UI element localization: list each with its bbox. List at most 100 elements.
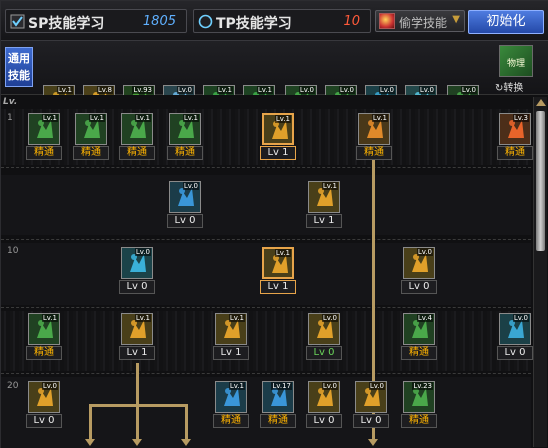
tree-skill-slot[interactable]: Lv.0 Lv 0 [306, 381, 342, 431]
steal-skill-label: 偷学技能 [399, 16, 448, 30]
tree-skill-slot[interactable]: Lv.1 Lv 1 [260, 247, 296, 297]
sp-skill-learn-tab[interactable]: SP技能学习 1805 [5, 9, 187, 33]
skill-level-tag: Lv.17 [271, 382, 292, 390]
skill-level-tag: Lv.3 [512, 114, 529, 122]
top-bar: SP技能学习 1805 TP技能学习 10 偷学技能 ▼ 初始化 [1, 1, 548, 41]
skill-level-tag: Lv.1 [216, 86, 233, 94]
skill-level-badge: 精通 [167, 146, 203, 160]
whip-icon: Lv.0 [308, 313, 340, 345]
tree-skill-slot[interactable]: Lv.1 Lv 1 [306, 181, 342, 231]
retreat-icon: Lv.1 [75, 113, 107, 145]
impact-icon: Lv.1 [121, 313, 153, 345]
skill-level-tag: Lv.0 [368, 382, 385, 390]
skill-level-badge: Lv 0 [306, 346, 342, 360]
tree-skill-slot[interactable]: Lv.4 精通 [401, 313, 437, 363]
fighter-icon: Lv.1 [28, 313, 60, 345]
skill-level-tag: Lv.1 [41, 114, 58, 122]
check-icon [10, 14, 25, 29]
wing-blue-icon: Lv.0 [169, 181, 201, 213]
tree-scrollbar[interactable] [533, 97, 547, 447]
skill-level-tag: Lv.1 [182, 114, 199, 122]
skill-level-badge: Lv 0 [497, 346, 533, 360]
halo-icon: Lv.0 [28, 381, 60, 413]
tree-skill-slot[interactable]: Lv.1 精通 [119, 113, 155, 163]
skill-level-tag: Lv.0 [321, 382, 338, 390]
dash-icon: Lv.1 [262, 113, 294, 145]
tree-skill-slot[interactable]: Lv.23 精通 [401, 381, 437, 431]
tree-separator [1, 373, 531, 374]
skill-window: SP技能学习 1805 TP技能学习 10 偷学技能 ▼ 初始化 通用 技能 L… [0, 0, 548, 448]
skill-level-badge: Lv 0 [306, 414, 342, 428]
stance-icon: Lv.1 [169, 113, 201, 145]
row-level-label: 20 [7, 381, 19, 391]
skill-level-tag: Lv.1 [228, 314, 245, 322]
skill-level-tag: Lv.0 [416, 248, 433, 256]
skill-level-tag: Lv.0 [418, 86, 435, 94]
skill-level-badge: Lv 1 [260, 280, 296, 294]
retreat-icon: Lv.1 [28, 113, 60, 145]
chevron-down-icon: ▼ [452, 14, 460, 25]
ring-blast-icon: Lv.1 [262, 247, 294, 279]
skill-level-tag: Lv.1 [256, 86, 273, 94]
skill-level-tag: Lv.1 [321, 182, 338, 190]
tree-skill-slot[interactable]: Lv.1 精通 [167, 113, 203, 163]
skill-level-badge: 精通 [260, 414, 296, 428]
level-header: Lv. [3, 97, 18, 107]
physical-convert-button[interactable]: 物理 ↻转换 [489, 45, 545, 94]
skill-level-badge: Lv 1 [213, 346, 249, 360]
tree-skill-slot[interactable]: Lv.0 Lv 0 [401, 247, 437, 297]
scroll-thumb[interactable] [536, 111, 545, 251]
scroll-up-icon[interactable] [536, 99, 546, 106]
tree-skill-slot[interactable]: Lv.0 Lv 0 [167, 181, 203, 231]
steal-skill-dropdown[interactable]: 偷学技能 ▼ [375, 10, 465, 32]
common-skills-bar: 通用 技能 Lv.1 精通 Lv.8 精通 Lv.93 精通 [1, 41, 548, 132]
tree-skill-slot[interactable]: Lv.1 Lv 1 [213, 313, 249, 363]
tree-skill-slot[interactable]: Lv.0 Lv 0 [353, 381, 389, 431]
skill-level-tag: Lv.8 [96, 86, 113, 94]
grapple-icon: Lv.23 [403, 381, 435, 413]
tree-skill-slot[interactable]: Lv.1 精通 [356, 113, 392, 163]
skill-level-tag: Lv.0 [460, 86, 477, 94]
tree-skill-slot[interactable]: Lv.1 精通 [213, 381, 249, 431]
skill-level-tag: Lv.0 [176, 86, 193, 94]
tp-points-value: 10 [343, 14, 360, 29]
flame-claw-icon: Lv.0 [355, 381, 387, 413]
skill-level-tag: Lv.1 [371, 114, 388, 122]
tree-separator [1, 239, 531, 240]
skill-link-line [136, 363, 139, 407]
radio-icon [198, 14, 213, 29]
skill-level-badge: 精通 [26, 146, 62, 160]
skill-level-tag: Lv.4 [416, 314, 433, 322]
common-label-line2: 技能 [8, 69, 30, 82]
tree-skill-slot[interactable]: Lv.1 Lv 1 [119, 313, 155, 363]
tree-skill-slot[interactable]: Lv.17 精通 [260, 381, 296, 431]
brawler-icon: Lv.4 [403, 313, 435, 345]
skill-level-badge: 精通 [213, 414, 249, 428]
tree-band [1, 311, 531, 371]
burst-icon: Lv.1 [358, 113, 390, 145]
flame-claw-icon: Lv.0 [308, 381, 340, 413]
tree-band [1, 175, 531, 235]
skill-level-badge: 精通 [26, 346, 62, 360]
tree-skill-slot[interactable]: Lv.3 精通 [497, 113, 533, 163]
tree-skill-slot[interactable]: Lv.0 Lv 0 [497, 313, 533, 363]
tree-skill-slot[interactable]: Lv.0 Lv 0 [306, 313, 342, 363]
arrow-down-icon [368, 439, 378, 446]
tp-skill-learn-tab[interactable]: TP技能学习 10 [193, 9, 371, 33]
tp-label: TP技能学习 [216, 16, 292, 32]
tree-skill-slot[interactable]: Lv.1 精通 [73, 113, 109, 163]
skill-level-badge: 精通 [119, 146, 155, 160]
tree-skill-slot[interactable]: Lv.1 精通 [26, 113, 62, 163]
skill-level-badge: 精通 [73, 146, 109, 160]
convert-label-text: 转换 [503, 83, 524, 94]
tree-skill-slot[interactable]: Lv.0 Lv 0 [119, 247, 155, 297]
skill-level-badge: 精通 [497, 146, 533, 160]
arrow-down-icon [132, 439, 142, 446]
skill-level-badge: Lv 1 [260, 146, 296, 160]
arrow-down-icon [181, 439, 191, 446]
tree-skill-slot[interactable]: Lv.0 Lv 0 [26, 381, 62, 431]
tree-skill-slot[interactable]: Lv.1 Lv 1 [260, 113, 296, 163]
tree-skill-slot[interactable]: Lv.1 精通 [26, 313, 62, 363]
initialize-button[interactable]: 初始化 [468, 10, 544, 34]
skill-level-badge: 精通 [401, 346, 437, 360]
